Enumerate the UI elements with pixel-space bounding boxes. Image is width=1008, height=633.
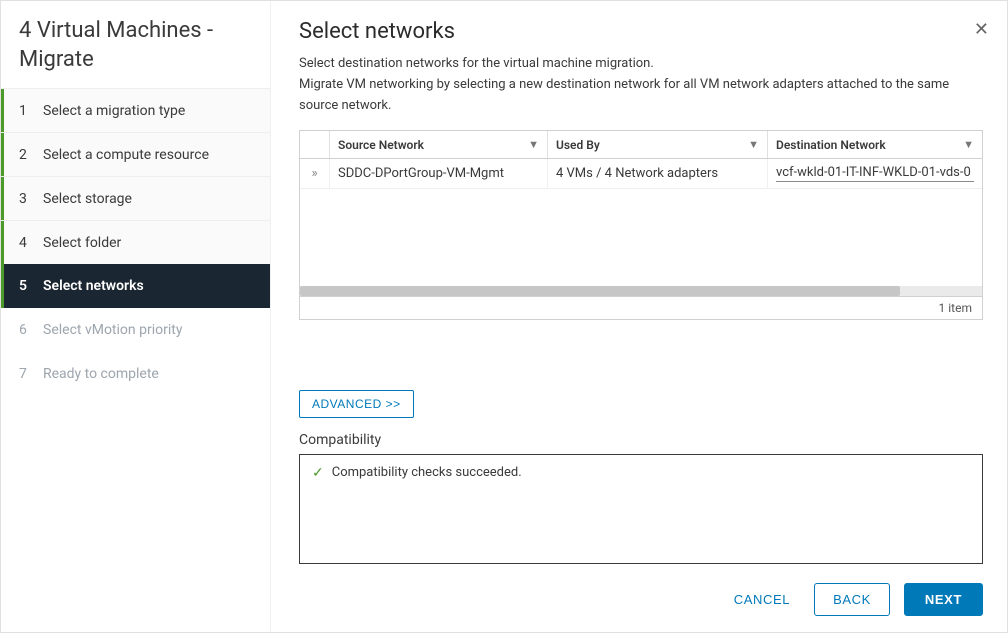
header-destination-network[interactable]: Destination Network ▼ [768,131,982,158]
step-number: 2 [19,147,43,163]
checkmark-icon: ✓ [312,466,324,480]
back-button[interactable]: BACK [814,583,890,616]
cell-destination-network: vcf-wkld-01-IT-INF-WKLD-01-vds-0 [768,159,982,188]
next-button[interactable]: NEXT [904,583,983,616]
table-row[interactable]: » SDDC-DPortGroup-VM-Mgmt 4 VMs / 4 Netw… [300,159,982,189]
page-title: Select networks [299,19,983,44]
step-number: 3 [19,191,43,207]
cell-source-network: SDDC-DPortGroup-VM-Mgmt [330,159,548,188]
header-source-network[interactable]: Source Network ▼ [330,131,548,158]
step-label: Select vMotion priority [43,322,182,338]
header-label: Destination Network [776,138,886,152]
step-2-select-compute-resource[interactable]: 2 Select a compute resource [1,132,270,176]
main-panel: ✕ Select networks Select destination net… [271,1,1007,632]
destination-network-select[interactable]: vcf-wkld-01-IT-INF-WKLD-01-vds-0 [776,165,974,182]
step-number: 6 [19,322,43,338]
expand-row-icon[interactable]: » [300,159,330,188]
step-label: Select a compute resource [43,147,209,163]
page-description: Select destination networks for the virt… [299,54,983,116]
step-number: 5 [19,278,43,294]
header-label: Source Network [338,138,424,152]
step-label: Select folder [43,235,121,251]
step-6-select-vmotion-priority: 6 Select vMotion priority [1,308,270,352]
compatibility-panel: ✓ Compatibility checks succeeded. [299,454,983,564]
step-number: 4 [19,235,43,251]
step-4-select-folder[interactable]: 4 Select folder [1,220,270,264]
step-label: Select storage [43,191,132,207]
compatibility-heading: Compatibility [299,432,983,448]
grid-body: » SDDC-DPortGroup-VM-Mgmt 4 VMs / 4 Netw… [300,159,982,286]
compatibility-result: ✓ Compatibility checks succeeded. [312,465,970,480]
step-label: Select a migration type [43,103,185,119]
wizard-sidebar: 4 Virtual Machines - Migrate 1 Select a … [1,1,271,632]
filter-icon[interactable]: ▼ [528,138,539,151]
cell-used-by: 4 VMs / 4 Network adapters [548,159,768,188]
networks-grid: Source Network ▼ Used By ▼ Destination N… [299,130,983,320]
step-7-ready-to-complete: 7 Ready to complete [1,352,270,396]
filter-icon[interactable]: ▼ [748,138,759,151]
advanced-button[interactable]: ADVANCED >> [299,390,414,418]
wizard-footer: CANCEL BACK NEXT [299,565,983,616]
header-used-by[interactable]: Used By ▼ [548,131,768,158]
compatibility-message: Compatibility checks succeeded. [332,465,522,480]
scrollbar-thumb[interactable] [300,286,900,296]
step-number: 1 [19,103,43,119]
wizard-title: 4 Virtual Machines - Migrate [1,17,270,88]
grid-footer: 1 item [300,296,982,319]
step-5-select-networks[interactable]: 5 Select networks [1,264,270,308]
cancel-button[interactable]: CANCEL [724,584,800,615]
wizard-steps: 1 Select a migration type 2 Select a com… [1,88,270,396]
grid-header-row: Source Network ▼ Used By ▼ Destination N… [300,131,982,159]
step-number: 7 [19,366,43,382]
step-label: Select networks [43,278,144,294]
horizontal-scrollbar[interactable] [300,286,982,296]
step-label: Ready to complete [43,366,159,382]
header-expander-cell [300,131,330,158]
filter-icon[interactable]: ▼ [963,138,974,151]
close-icon[interactable]: ✕ [974,19,989,40]
step-1-select-migration-type[interactable]: 1 Select a migration type [1,88,270,132]
header-label: Used By [556,138,600,152]
step-3-select-storage[interactable]: 3 Select storage [1,176,270,220]
